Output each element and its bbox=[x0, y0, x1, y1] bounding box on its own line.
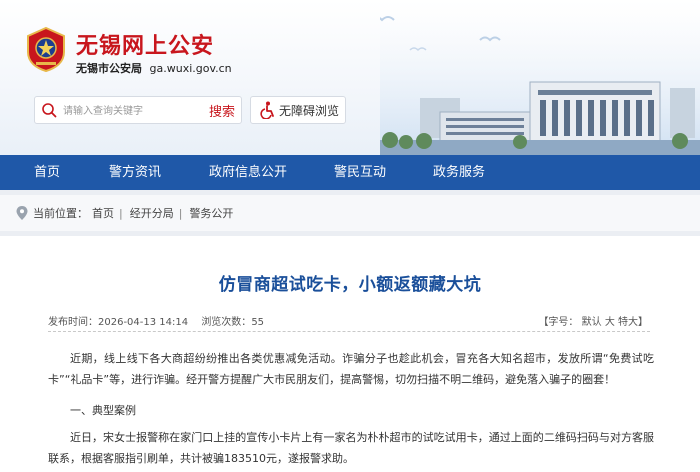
breadcrumb-section[interactable]: 警务公开 bbox=[189, 207, 233, 220]
search-icon bbox=[42, 103, 57, 118]
breadcrumb-home[interactable]: 首页 bbox=[92, 207, 114, 220]
site-domain: ga.wuxi.gov.cn bbox=[149, 62, 232, 75]
font-size-close: 】 bbox=[638, 317, 648, 328]
font-size-label: 【字号： bbox=[538, 317, 579, 328]
location-pin-icon bbox=[16, 206, 28, 220]
nav-home[interactable]: 首页 bbox=[34, 155, 60, 190]
site-title[interactable]: 无锡网上公安 bbox=[76, 28, 214, 60]
breadcrumb-separator: | bbox=[178, 207, 183, 220]
font-default-button[interactable]: 默认 bbox=[582, 317, 602, 328]
views-count: 55 bbox=[251, 317, 265, 328]
breadcrumb-separator: | bbox=[119, 207, 123, 220]
font-xlarge-button[interactable]: 特大 bbox=[618, 317, 638, 328]
police-building-illustration bbox=[380, 0, 700, 155]
article-divider bbox=[48, 331, 650, 332]
article-meta: 发布时间：2026-04-13 14:14 浏览次数：55 bbox=[48, 313, 264, 328]
search-input[interactable] bbox=[61, 100, 205, 122]
search-box: 搜索 bbox=[34, 96, 242, 124]
article-title: 仿冒商超试吃卡，小额返额藏大坑 bbox=[218, 275, 482, 295]
search-button[interactable]: 搜索 bbox=[209, 101, 235, 120]
publish-time: 2026-04-13 14:14 bbox=[98, 317, 189, 328]
nav-police-interaction[interactable]: 警民互动 bbox=[334, 155, 386, 190]
article-paragraph: 近日，宋女士报警称在家门口上挂的宣传小卡片上有一家名为朴朴超市的试吃试用卡，通过… bbox=[48, 431, 654, 465]
nav-gov-services[interactable]: 政务服务 bbox=[433, 155, 485, 190]
wheelchair-icon bbox=[260, 101, 274, 119]
nav-gov-info[interactable]: 政府信息公开 bbox=[209, 155, 287, 190]
accessibility-label: 无障碍浏览 bbox=[279, 104, 340, 118]
breadcrumb-prefix: 当前位置： bbox=[33, 207, 88, 220]
site-header: 无锡网上公安 无锡市公安局 ga.wuxi.gov.cn 搜索 无障碍浏览 bbox=[0, 0, 700, 155]
article-paragraph: 近期，线上线下各大商超纷纷推出各类优惠减免活动。诈骗分子也趁此机会，冒充各大知名… bbox=[48, 352, 654, 386]
nav-police-news[interactable]: 警方资讯 bbox=[109, 155, 161, 190]
breadcrumb-trail: 当前位置： 首页 | 经开分局 | 警务公开 bbox=[33, 205, 233, 221]
font-large-button[interactable]: 大 bbox=[605, 317, 615, 328]
police-emblem-icon bbox=[27, 26, 65, 72]
section-heading: 一、典型案例 bbox=[70, 404, 136, 417]
accessibility-button[interactable]: 无障碍浏览 bbox=[250, 96, 346, 124]
org-name: 无锡市公安局 bbox=[76, 62, 142, 75]
views-label: 浏览次数： bbox=[201, 317, 252, 328]
main-nav: 首页 警方资讯 政府信息公开 警民互动 政务服务 bbox=[0, 155, 700, 190]
font-size-switcher: 【字号： 默认 大 特大】 bbox=[538, 313, 648, 328]
site-subtitle: 无锡市公安局 ga.wuxi.gov.cn bbox=[76, 60, 232, 76]
breadcrumb-branch[interactable]: 经开分局 bbox=[130, 207, 174, 220]
publish-label: 发布时间： bbox=[48, 317, 98, 328]
